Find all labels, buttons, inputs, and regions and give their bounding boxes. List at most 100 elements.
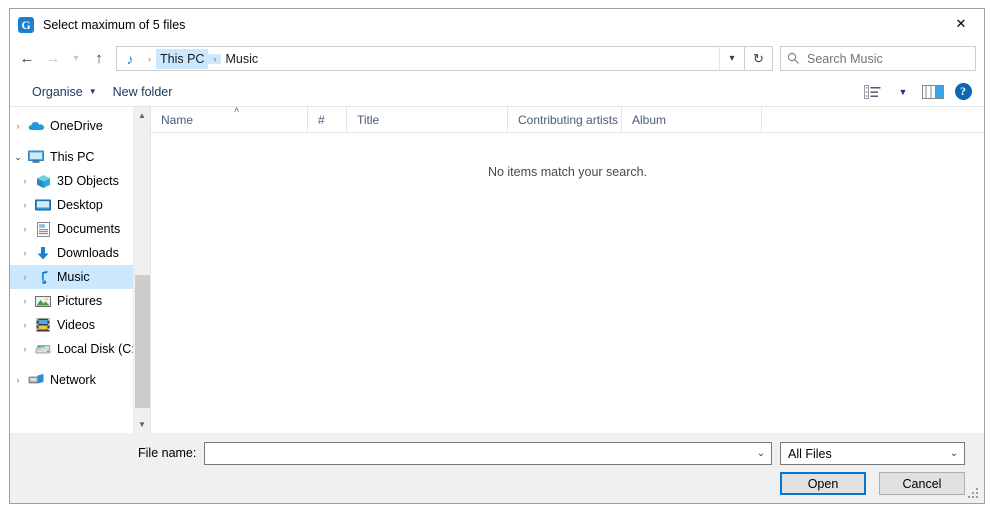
column-label: Album (632, 112, 667, 127)
expander-icon[interactable]: › (17, 296, 33, 306)
scroll-up-chevron-up-icon[interactable]: ▲ (134, 107, 150, 124)
view-caret: ▼ (898, 86, 908, 97)
download-icon (33, 245, 53, 261)
video-icon (33, 317, 53, 333)
sidebar-item-music[interactable]: › Music (10, 265, 150, 289)
recent-locations-chevron-down-icon[interactable]: ▾ (66, 46, 86, 72)
breadcrumb-item-music[interactable]: Music (221, 49, 262, 69)
file-list-pane: ˄ Name # Title Contributing artists Albu… (151, 105, 984, 433)
new-folder-label: New folder (112, 84, 173, 99)
expander-icon[interactable]: › (17, 272, 33, 282)
expander-icon[interactable]: › (17, 200, 33, 210)
breadcrumb-separator[interactable]: › (208, 53, 222, 64)
breadcrumb-separator: › (148, 53, 151, 64)
sidebar-item-label: This PC (50, 150, 95, 164)
expander-icon[interactable]: › (17, 344, 33, 354)
list-view-icon[interactable] (858, 81, 888, 103)
sidebar-scrollbar[interactable]: ▲ ▼ (133, 107, 150, 433)
chevron-down-icon[interactable]: ⌄ (751, 448, 771, 459)
expander-icon[interactable]: › (17, 224, 33, 234)
resize-grip-icon[interactable] (968, 488, 980, 500)
title-bar: G Select maximum of 5 files ✕ (10, 9, 984, 40)
expander-icon[interactable]: › (10, 121, 26, 131)
organise-button[interactable]: Organise ▼ (24, 81, 105, 103)
arrow-left-icon[interactable]: ← (14, 46, 40, 72)
sidebar-item-label: Music (57, 270, 90, 284)
sidebar-item-downloads[interactable]: › Downloads (10, 241, 150, 265)
music-note-icon (33, 269, 53, 285)
sidebar-item-label: Downloads (57, 246, 119, 260)
window-title: Select maximum of 5 files (43, 17, 186, 32)
sidebar-item-network[interactable]: › Network (10, 368, 150, 392)
expander-icon[interactable]: ⌄ (10, 152, 26, 163)
column-label: Contributing artists (518, 112, 619, 127)
sort-ascending-icon: ˄ (234, 105, 240, 115)
column-label: # (318, 112, 325, 127)
address-chevron-down-icon[interactable]: ▾ (719, 47, 744, 70)
navigation-pane: › OneDrive ⌄ This PC › 3D Objects › Desk… (10, 107, 150, 433)
new-folder-button[interactable]: New folder (105, 81, 181, 103)
open-button[interactable]: Open (780, 472, 866, 495)
view-chevron-down-icon[interactable]: ▼ (888, 81, 918, 103)
sidebar-item-label: Pictures (57, 294, 103, 308)
sidebar-item-label: Network (50, 373, 96, 387)
file-name-label: File name: (138, 446, 197, 460)
empty-state-message: No items match your search. (487, 165, 648, 179)
column-header-contributing-artists[interactable]: Contributing artists (508, 107, 622, 132)
scrollbar-thumb[interactable] (135, 275, 150, 408)
sidebar-item-this-pc[interactable]: ⌄ This PC (10, 145, 150, 169)
cloud-icon (26, 118, 46, 134)
scroll-down-chevron-down-icon[interactable]: ▼ (134, 416, 150, 433)
dialog-footer: File name: ⌄ All Files ⌄ Open Cancel (10, 433, 984, 503)
address-bar[interactable]: ♪ › This PC › Music ▾ (116, 46, 745, 71)
expander-icon[interactable]: › (17, 176, 33, 186)
column-label: Title (357, 112, 380, 127)
file-list-area[interactable]: No items match your search. (151, 133, 984, 433)
chevron-down-icon[interactable]: ⌄ (944, 448, 964, 459)
file-picker-dialog: G Select maximum of 5 files ✕ ← → ▾ ↑ ♪ … (9, 8, 985, 504)
search-box[interactable] (780, 46, 976, 71)
sidebar-item-onedrive[interactable]: › OneDrive (10, 114, 150, 138)
column-header-album[interactable]: Album (622, 107, 762, 132)
column-header-name[interactable]: ˄ Name (151, 105, 308, 132)
sidebar-item-pictures[interactable]: › Pictures (10, 289, 150, 313)
preview-pane-icon[interactable] (918, 81, 948, 103)
column-header-track-number[interactable]: # (308, 107, 347, 132)
sidebar-item-desktop[interactable]: › Desktop (10, 193, 150, 217)
desktop-icon (33, 197, 53, 213)
music-note-icon: ♪ (126, 50, 134, 67)
sidebar-item-label: Documents (57, 222, 121, 236)
sidebar-item-label: Videos (57, 318, 95, 332)
sidebar-item-local-disk-c[interactable]: › Local Disk (C:) (10, 337, 150, 361)
disk-icon (33, 341, 53, 357)
chevron-down-icon: ▼ (88, 87, 97, 96)
sidebar-item-3d-objects[interactable]: › 3D Objects (10, 169, 150, 193)
column-header-title[interactable]: Title (347, 107, 508, 132)
search-input[interactable] (805, 50, 969, 67)
expander-icon[interactable]: › (17, 248, 33, 258)
file-type-value: All Files (788, 446, 832, 461)
expander-icon[interactable]: › (17, 320, 33, 330)
sidebar-item-videos[interactable]: › Videos (10, 313, 150, 337)
sidebar-item-label: OneDrive (50, 119, 103, 133)
breadcrumb-item-this-pc[interactable]: This PC (156, 48, 209, 69)
column-label: Name (161, 112, 194, 127)
file-type-dropdown[interactable]: All Files ⌄ (780, 442, 965, 465)
search-icon (781, 52, 805, 65)
sidebar-item-documents[interactable]: › Documents (10, 217, 150, 241)
sidebar-item-label: Local Disk (C:) (57, 342, 139, 356)
dialog-body: › OneDrive ⌄ This PC › 3D Objects › Desk… (10, 105, 984, 433)
help-button[interactable]: ? (948, 81, 978, 103)
gimp-icon: G (18, 16, 34, 33)
help-icon: ? (954, 83, 972, 100)
column-headers: ˄ Name # Title Contributing artists Albu… (151, 105, 984, 133)
cancel-button[interactable]: Cancel (879, 472, 965, 495)
expander-icon[interactable]: › (10, 375, 26, 385)
network-icon (26, 372, 46, 388)
arrow-up-icon[interactable]: ↑ (86, 46, 112, 72)
organise-label: Organise (32, 84, 83, 99)
refresh-icon[interactable]: ↻ (745, 46, 773, 71)
arrow-right-icon[interactable]: → (40, 46, 66, 72)
file-name-input[interactable]: ⌄ (204, 442, 772, 465)
close-icon[interactable]: ✕ (938, 9, 984, 39)
